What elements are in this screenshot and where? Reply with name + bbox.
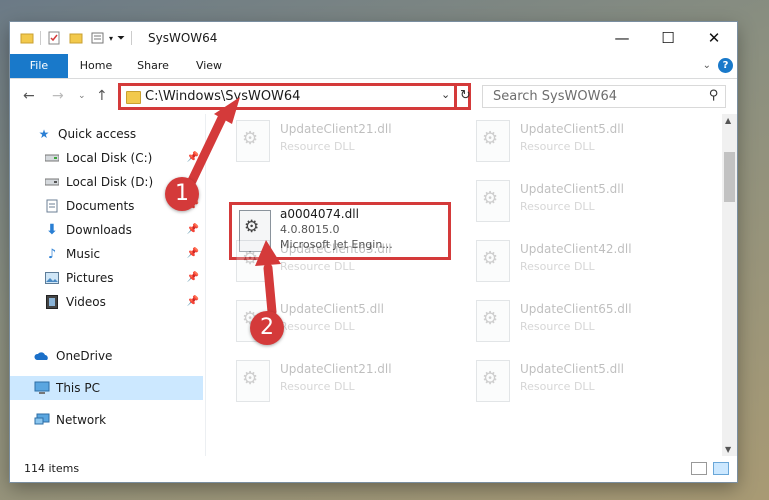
- step-badge-2: 2: [250, 311, 284, 345]
- annotation-arrows: [185, 97, 281, 317]
- arrow-head-file: [255, 240, 281, 266]
- step-badge-1: 1: [165, 177, 199, 211]
- arrow-to-file: [263, 263, 277, 317]
- arrow-to-address-bar: [185, 113, 227, 190]
